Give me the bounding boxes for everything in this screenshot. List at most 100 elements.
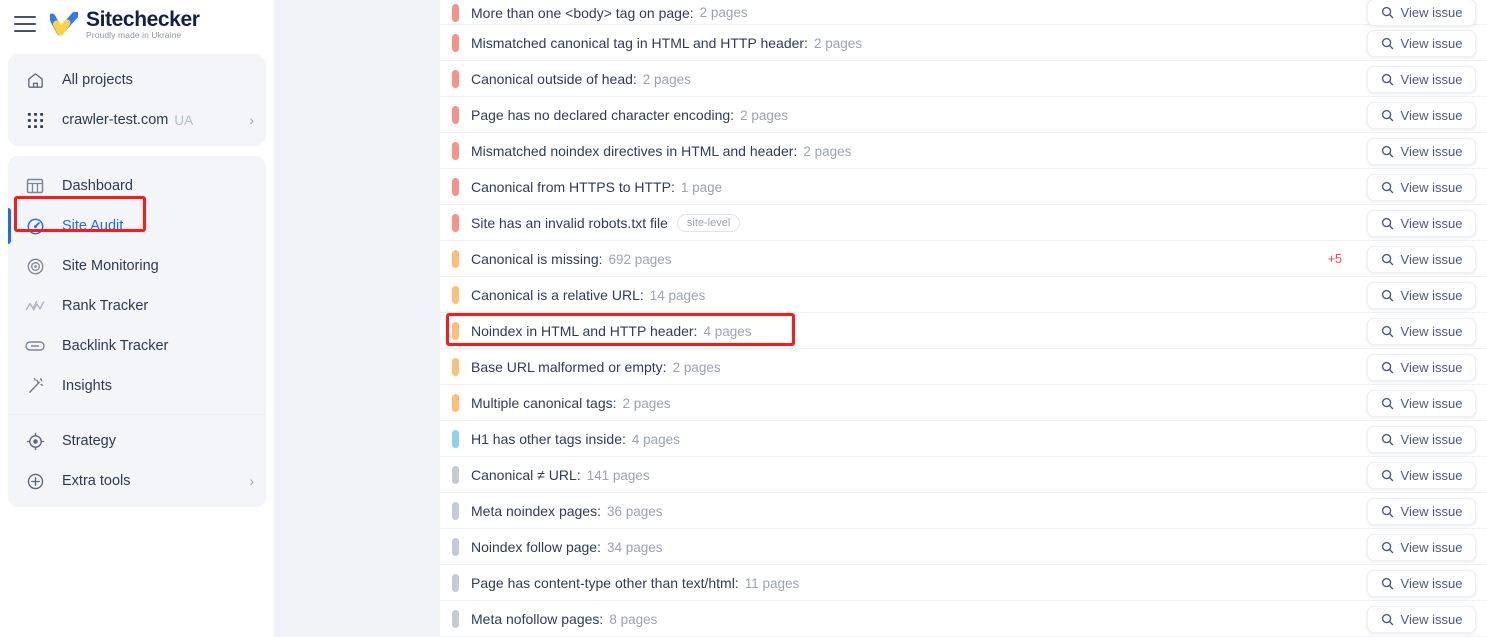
sidebar-item-extra-tools[interactable]: Extra tools › (8, 461, 266, 501)
table-row[interactable]: Multiple canonical tags: 2 pages View issu… (440, 385, 1487, 421)
site-audit-gauge-icon (24, 217, 46, 236)
view-issue-button[interactable]: View issue (1366, 245, 1477, 273)
table-row[interactable]: Site has an invalid robots.txt file site-… (440, 205, 1487, 241)
issue-name: Meta nofollow pages: (471, 611, 604, 627)
sidebar-item-backlink-tracker[interactable]: Backlink Tracker (8, 326, 266, 366)
view-issue-button[interactable]: View issue (1366, 605, 1477, 633)
sidebar-item-project[interactable]: crawler-test.com UA › (8, 100, 266, 140)
view-issue-cell: View issue (1356, 137, 1487, 165)
view-issue-button[interactable]: View issue (1366, 425, 1477, 453)
magnifier-icon (1381, 181, 1393, 193)
sidebar-item-insights[interactable]: Insights (8, 366, 266, 406)
row-actions: View issue (1356, 317, 1487, 345)
severity-indicator (452, 34, 459, 52)
issue-name: Canonical outside of head: (471, 71, 637, 87)
magnifier-icon (1381, 109, 1393, 121)
severity-indicator (452, 574, 459, 592)
severity-indicator (452, 286, 459, 304)
view-issue-label: View issue (1400, 179, 1463, 195)
view-issue-button[interactable]: View issue (1366, 0, 1477, 26)
view-issue-cell: View issue (1356, 497, 1487, 525)
magnifier-icon (1381, 253, 1393, 265)
view-issue-button[interactable]: View issue (1366, 101, 1477, 129)
additional-issues-count[interactable]: +5 (1328, 252, 1342, 266)
table-row[interactable]: Meta noindex pages: 36 pages View issue (440, 493, 1487, 529)
view-issue-cell: View issue (1356, 317, 1487, 345)
table-row[interactable]: Noindex in HTML and HTTP header: 4 pages V… (440, 313, 1487, 349)
table-row[interactable]: H1 has other tags inside: 4 pages View iss… (440, 421, 1487, 457)
issue-name: Noindex in HTML and HTTP header: (471, 323, 698, 339)
view-issue-label: View issue (1400, 539, 1463, 555)
view-issue-label: View issue (1400, 71, 1463, 87)
nav-group-main: Dashboard Site Audit Site Monitoring Ran… (8, 164, 266, 406)
table-row[interactable]: Canonical ≠ URL: 141 pages View issue (440, 457, 1487, 493)
row-actions: +5 View issue (1328, 245, 1487, 273)
view-issue-button[interactable]: View issue (1366, 353, 1477, 381)
sidebar-item-label: crawler-test.com (62, 112, 169, 128)
view-issue-button[interactable]: View issue (1366, 461, 1477, 489)
issue-count: 4 pages (703, 323, 752, 339)
magnifier-icon (1381, 6, 1393, 19)
sidebar-item-label: All projects (62, 72, 133, 88)
severity-indicator (452, 610, 459, 628)
sidebar-item-site-monitoring[interactable]: Site Monitoring (8, 246, 266, 286)
table-row[interactable]: Base URL malformed or empty: 2 pages View … (440, 349, 1487, 385)
logo[interactable]: Sitechecker Proudly made in Ukraine (50, 9, 200, 40)
row-actions: View issue (1356, 605, 1487, 633)
status-badge: site-level (676, 214, 741, 232)
view-issue-cell: View issue (1356, 389, 1487, 417)
issue-name: Multiple canonical tags: (471, 395, 617, 411)
app-root: Sitechecker Proudly made in Ukraine All … (0, 0, 1487, 637)
view-issue-cell: View issue (1356, 605, 1487, 633)
table-row[interactable]: Canonical is missing: 692 pages +5 View iss… (440, 241, 1487, 277)
view-issue-button[interactable]: View issue (1366, 281, 1477, 309)
view-issue-cell: View issue (1356, 245, 1487, 273)
sidebar-item-label: Insights (62, 378, 112, 394)
issue-count: 34 pages (606, 539, 663, 555)
table-row[interactable]: Canonical from HTTPS to HTTP: 1 page View … (440, 169, 1487, 205)
view-issue-button[interactable]: View issue (1366, 65, 1477, 93)
view-issue-button[interactable]: View issue (1366, 389, 1477, 417)
view-issue-button[interactable]: View issue (1366, 29, 1477, 57)
issue-name: Base URL malformed or empty: (471, 359, 667, 375)
view-issue-button[interactable]: View issue (1366, 137, 1477, 165)
view-issue-button[interactable]: View issue (1366, 173, 1477, 201)
table-row[interactable]: Mismatched canonical tag in HTML and HTT… (440, 25, 1487, 61)
row-actions: View issue (1356, 425, 1487, 453)
view-issue-label: View issue (1400, 467, 1463, 483)
row-actions: View issue (1356, 497, 1487, 525)
table-row[interactable]: Canonical outside of head: 2 pages View is… (440, 61, 1487, 97)
view-issue-button[interactable]: View issue (1366, 497, 1477, 525)
sidebar-item-label: Site Monitoring (62, 258, 159, 274)
view-issue-label: View issue (1400, 611, 1463, 627)
table-row[interactable]: Canonical is a relative URL: 14 pages View… (440, 277, 1487, 313)
table-row[interactable]: Page has no declared character encoding:… (440, 97, 1487, 133)
issue-name: Page has no declared character encoding: (471, 107, 735, 123)
sidebar-item-site-audit[interactable]: Site Audit (8, 206, 266, 246)
severity-indicator (452, 214, 459, 232)
issue-count: 2 pages (813, 35, 862, 51)
issue-count: 692 pages (608, 251, 672, 267)
view-issue-cell: View issue (1356, 65, 1487, 93)
magnifier-icon (1381, 361, 1393, 373)
sidebar-item-strategy[interactable]: Strategy (8, 421, 266, 461)
table-row[interactable]: Mismatched noindex directives in HTML an… (440, 133, 1487, 169)
view-issue-button[interactable]: View issue (1366, 533, 1477, 561)
hamburger-menu-icon[interactable] (14, 16, 36, 32)
table-row[interactable]: Noindex follow page: 34 pages View issue (440, 529, 1487, 565)
table-row[interactable]: Meta nofollow pages: 8 pages View issue (440, 601, 1487, 637)
view-issue-button[interactable]: View issue (1366, 317, 1477, 345)
view-issue-cell: View issue (1356, 425, 1487, 453)
view-issue-button[interactable]: View issue (1366, 569, 1477, 597)
sidebar-item-rank-tracker[interactable]: Rank Tracker (8, 286, 266, 326)
table-row[interactable]: Page has content-type other than text/ht… (440, 565, 1487, 601)
chevron-right-icon[interactable]: › (249, 112, 254, 128)
table-row[interactable]: More than one <body> tag on page: 2 pages… (440, 0, 1487, 26)
chevron-right-icon[interactable]: › (249, 473, 254, 489)
severity-indicator (452, 70, 459, 88)
severity-indicator (452, 322, 459, 340)
sidebar-item-all-projects[interactable]: All projects (8, 60, 266, 100)
sidebar-item-dashboard[interactable]: Dashboard (8, 166, 266, 206)
severity-indicator (452, 430, 459, 448)
view-issue-button[interactable]: View issue (1366, 209, 1477, 237)
